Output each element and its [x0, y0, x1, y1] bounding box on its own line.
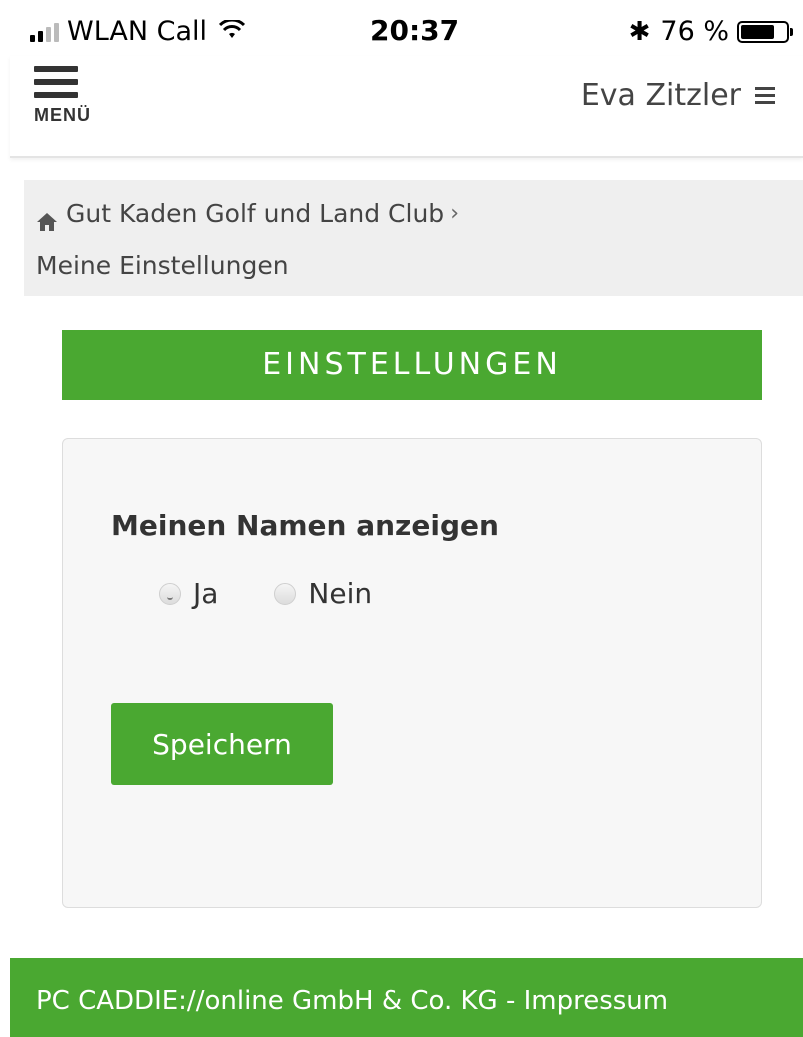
- settings-card: Meinen Namen anzeigen Ja Nein Speichern: [62, 438, 762, 908]
- radio-nein-label: Nein: [308, 577, 373, 610]
- section-title: EINSTELLUNGEN: [62, 330, 762, 400]
- clock: 20:37: [370, 14, 460, 47]
- breadcrumb-home-link[interactable]: Gut Kaden Golf und Land Club: [66, 194, 444, 234]
- bluetooth-icon: ✱: [628, 16, 651, 47]
- radio-ja-label: Ja: [193, 577, 219, 610]
- app-header: MENÜ Eva Zitzler: [10, 56, 803, 158]
- radio-option-ja[interactable]: Ja: [159, 577, 218, 610]
- battery-percent: 76 %: [660, 16, 729, 47]
- radio-ja[interactable]: [159, 582, 181, 605]
- footer-impressum-link[interactable]: PC CADDIE://online GmbH & Co. KG - Impre…: [10, 958, 803, 1037]
- home-icon: [36, 204, 58, 231]
- wifi-icon: [218, 17, 246, 47]
- show-name-radio-group: Ja Nein: [159, 577, 428, 610]
- show-name-label: Meinen Namen anzeigen: [111, 509, 499, 542]
- breadcrumb: Gut Kaden Golf und Land Club › Meine Ein…: [24, 180, 803, 296]
- battery-icon: [737, 20, 793, 43]
- user-menu-icon: [755, 87, 775, 104]
- hamburger-icon-bar: [34, 92, 78, 98]
- carrier-label: WLAN Call: [67, 16, 208, 47]
- user-name: Eva Zitzler: [580, 78, 741, 113]
- battery-fill: [741, 24, 775, 39]
- save-button[interactable]: Speichern: [111, 703, 333, 785]
- radio-option-nein[interactable]: Nein: [274, 577, 372, 610]
- user-menu-button[interactable]: Eva Zitzler: [581, 78, 775, 113]
- status-right: ✱ 76 %: [628, 16, 793, 47]
- breadcrumb-separator: ›: [450, 201, 459, 226]
- signal-icon: [30, 22, 59, 42]
- breadcrumb-current: Meine Einstellungen: [36, 251, 289, 280]
- menu-button[interactable]: MENÜ: [34, 66, 104, 126]
- hamburger-icon-bar: [34, 79, 78, 85]
- hamburger-icon: [34, 66, 78, 72]
- radio-nein[interactable]: [274, 582, 297, 605]
- menu-label: MENÜ: [34, 105, 91, 125]
- status-left: WLAN Call: [30, 16, 246, 47]
- status-bar: WLAN Call 20:37 ✱ 76 %: [0, 0, 803, 56]
- breadcrumb-home-line: Gut Kaden Golf und Land Club ›: [36, 194, 791, 234]
